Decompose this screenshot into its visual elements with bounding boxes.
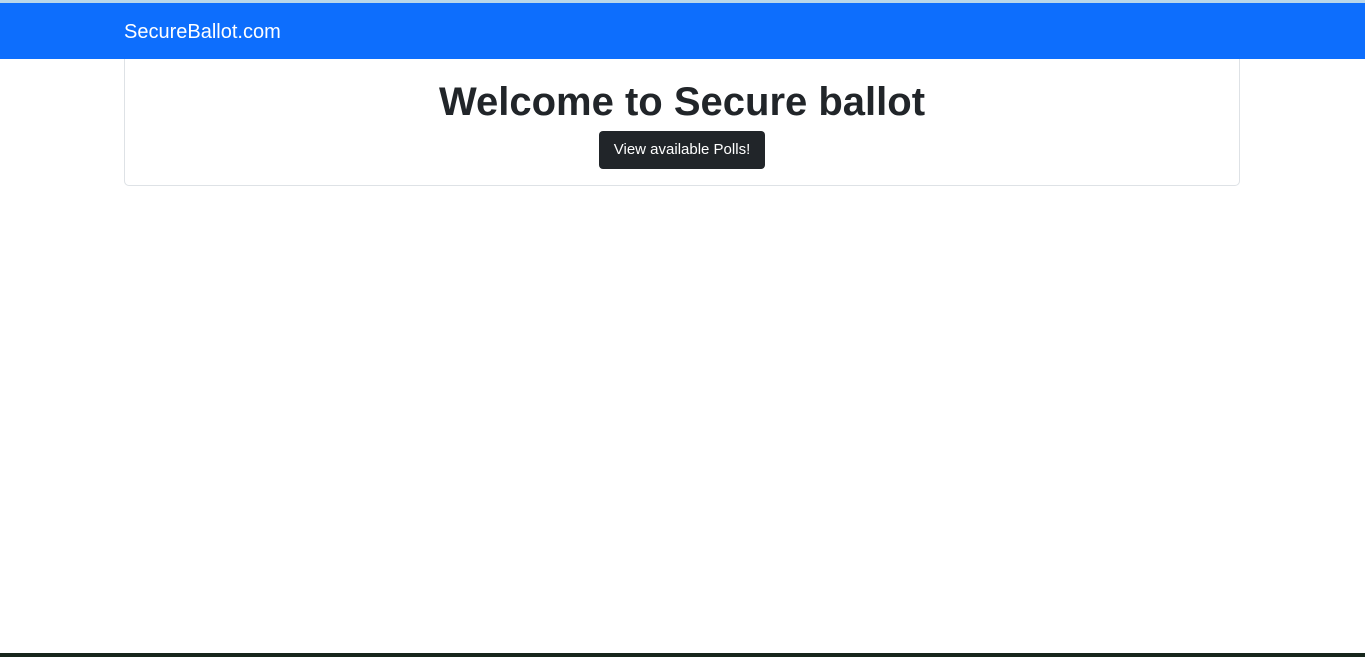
navbar-brand-link[interactable]: SecureBallot.com	[124, 20, 281, 44]
view-polls-button[interactable]: View available Polls!	[599, 131, 765, 169]
taskbar-edge	[0, 653, 1365, 657]
navbar: SecureBallot.com	[0, 3, 1365, 59]
welcome-card: Welcome to Secure ballot View available …	[124, 59, 1240, 186]
page-title: Welcome to Secure ballot	[438, 80, 926, 124]
